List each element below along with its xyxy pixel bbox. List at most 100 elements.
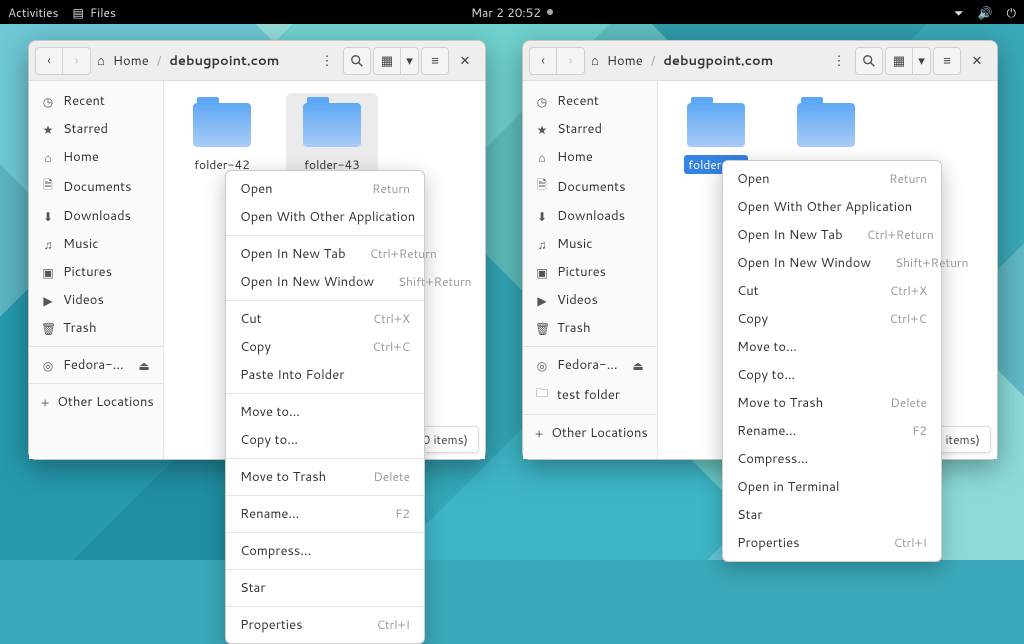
clock[interactable]: Mar 2 20:52 xyxy=(471,4,541,21)
back-button[interactable]: ‹ xyxy=(35,47,63,75)
path-separator-icon: / xyxy=(157,52,162,70)
sidebar-item-home[interactable]: ⌂Home xyxy=(29,143,163,171)
close-button[interactable]: ✕ xyxy=(451,47,479,75)
sidebar-item-videos[interactable]: ▶Videos xyxy=(29,286,163,314)
sidebar-item-downloads[interactable]: ⬇Downloads xyxy=(523,202,657,230)
home-icon: ⌂ xyxy=(591,52,599,70)
menu-item-compress[interactable]: Compress… xyxy=(226,537,424,565)
menu-item-open-tab[interactable]: Open In New TabCtrl+Return xyxy=(226,240,424,268)
menu-item-open-with[interactable]: Open With Other Application xyxy=(226,203,424,231)
sidebar-item-home[interactable]: ⌂Home xyxy=(523,143,657,171)
sidebar-item-downloads[interactable]: ⬇Downloads xyxy=(29,202,163,230)
folder-item[interactable]: folder-43 xyxy=(286,93,378,180)
menu-item-star[interactable]: Star xyxy=(226,574,424,602)
sidebar-item-volume[interactable]: ◎Fedora-WS-Li…⏏ xyxy=(29,351,163,379)
forward-button[interactable]: › xyxy=(63,47,91,75)
hamburger-menu-button[interactable]: ≡ xyxy=(421,47,449,75)
menu-item-open[interactable]: OpenReturn xyxy=(226,175,424,203)
hamburger-menu-button[interactable]: ≡ xyxy=(933,47,961,75)
volume-icon[interactable]: 🔊 xyxy=(978,4,993,21)
header-bar: ‹ › ⌂ Home / debugpoint.com ⋮ ▦ ▾ ≡ ✕ xyxy=(523,41,997,81)
app-menu[interactable]: ▤ Files xyxy=(73,4,116,21)
eject-icon[interactable]: ⏏ xyxy=(631,357,645,374)
menu-item-open-tab[interactable]: Open In New TabCtrl+Return xyxy=(723,221,941,249)
menu-item-open-window[interactable]: Open In New WindowShift+Return xyxy=(723,249,941,277)
folder-item[interactable]: folder-42 xyxy=(176,93,268,180)
sidebar-item-trash[interactable]: 🗑Trash xyxy=(29,314,163,342)
sidebar-item-documents[interactable]: 🗎Documents xyxy=(29,171,163,202)
forward-button[interactable]: › xyxy=(557,47,585,75)
sidebar: ◷Recent ★Starred ⌂Home 🗎Documents ⬇Downl… xyxy=(29,81,164,459)
breadcrumb[interactable]: ⌂ Home / debugpoint.com xyxy=(93,52,283,70)
sidebar-item-other-locations[interactable]: +Other Locations xyxy=(29,388,163,416)
context-menu: OpenReturn Open With Other Application O… xyxy=(722,160,942,562)
eject-icon[interactable]: ⏏ xyxy=(137,357,151,374)
menu-item-rename[interactable]: Rename…F2 xyxy=(723,417,941,445)
menu-item-rename[interactable]: Rename…F2 xyxy=(226,500,424,528)
sidebar-item-starred[interactable]: ★Starred xyxy=(29,115,163,143)
menu-item-copy[interactable]: CopyCtrl+C xyxy=(723,305,941,333)
folder-icon xyxy=(193,103,251,147)
menu-item-cut[interactable]: CutCtrl+X xyxy=(723,277,941,305)
folder-icon xyxy=(687,103,745,147)
activities-button[interactable]: Activities xyxy=(8,4,59,21)
disc-icon: ◎ xyxy=(535,357,549,374)
star-icon: ★ xyxy=(41,121,55,138)
menu-item-copy-to[interactable]: Copy to… xyxy=(226,426,424,454)
folder-icon: 🗀 xyxy=(535,384,549,405)
context-menu: OpenReturn Open With Other Application O… xyxy=(225,170,425,644)
menu-item-properties[interactable]: PropertiesCtrl+I xyxy=(723,529,941,557)
plus-icon: + xyxy=(41,394,49,411)
sidebar-item-trash[interactable]: 🗑Trash xyxy=(523,314,657,342)
menu-item-open-terminal[interactable]: Open in Terminal xyxy=(723,473,941,501)
menu-item-open[interactable]: OpenReturn xyxy=(723,165,941,193)
search-button[interactable] xyxy=(343,47,371,75)
back-button[interactable]: ‹ xyxy=(529,47,557,75)
menu-item-move-to[interactable]: Move to… xyxy=(226,398,424,426)
menu-item-properties[interactable]: PropertiesCtrl+I xyxy=(226,611,424,639)
sidebar-item-testfolder[interactable]: 🗀test folder xyxy=(523,379,657,410)
view-options-button[interactable]: ▾ xyxy=(401,47,419,75)
document-icon: 🗎 xyxy=(41,176,55,197)
network-icon[interactable]: ⏷ xyxy=(954,4,964,21)
video-icon: ▶ xyxy=(535,292,549,309)
sidebar-item-recent[interactable]: ◷Recent xyxy=(29,87,163,115)
notification-dot-icon xyxy=(547,9,553,15)
menu-item-open-window[interactable]: Open In New WindowShift+Return xyxy=(226,268,424,296)
home-icon: ⌂ xyxy=(535,149,549,166)
close-button[interactable]: ✕ xyxy=(963,47,991,75)
sidebar-item-music[interactable]: ♫Music xyxy=(523,230,657,258)
search-button[interactable] xyxy=(855,47,883,75)
menu-item-open-with[interactable]: Open With Other Application xyxy=(723,193,941,221)
sidebar-item-other-locations[interactable]: +Other Locations xyxy=(523,419,657,447)
menu-item-cut[interactable]: CutCtrl+X xyxy=(226,305,424,333)
path-separator-icon: / xyxy=(651,52,656,70)
menu-item-move-trash[interactable]: Move to TrashDelete xyxy=(226,463,424,491)
menu-item-move-trash[interactable]: Move to TrashDelete xyxy=(723,389,941,417)
menu-item-star[interactable]: Star xyxy=(723,501,941,529)
sidebar-item-pictures[interactable]: ▣Pictures xyxy=(523,258,657,286)
view-options-button[interactable]: ▾ xyxy=(913,47,931,75)
menu-item-paste-into[interactable]: Paste Into Folder xyxy=(226,361,424,389)
sidebar-item-pictures[interactable]: ▣Pictures xyxy=(29,258,163,286)
menu-item-compress[interactable]: Compress… xyxy=(723,445,941,473)
clock-icon: ◷ xyxy=(535,93,549,110)
files-icon: ▤ xyxy=(73,4,84,21)
icon-view-button[interactable]: ▦ xyxy=(885,47,913,75)
kebab-menu-button[interactable]: ⋮ xyxy=(313,47,341,75)
power-icon[interactable]: ⏻ xyxy=(1007,4,1017,21)
kebab-menu-button[interactable]: ⋮ xyxy=(825,47,853,75)
icon-view-button[interactable]: ▦ xyxy=(373,47,401,75)
breadcrumb[interactable]: ⌂ Home / debugpoint.com xyxy=(587,52,777,70)
menu-item-move-to[interactable]: Move to… xyxy=(723,333,941,361)
sidebar-item-volume[interactable]: ◎Fedora-WS-L…⏏ xyxy=(523,351,657,379)
menu-item-copy-to[interactable]: Copy to… xyxy=(723,361,941,389)
sidebar-item-documents[interactable]: 🗎Documents xyxy=(523,171,657,202)
sidebar-item-videos[interactable]: ▶Videos xyxy=(523,286,657,314)
trash-icon: 🗑 xyxy=(41,320,55,337)
sidebar-item-recent[interactable]: ◷Recent xyxy=(523,87,657,115)
sidebar-item-music[interactable]: ♫Music xyxy=(29,230,163,258)
menu-item-copy[interactable]: CopyCtrl+C xyxy=(226,333,424,361)
sidebar-item-starred[interactable]: ★Starred xyxy=(523,115,657,143)
folder-icon xyxy=(303,103,361,147)
